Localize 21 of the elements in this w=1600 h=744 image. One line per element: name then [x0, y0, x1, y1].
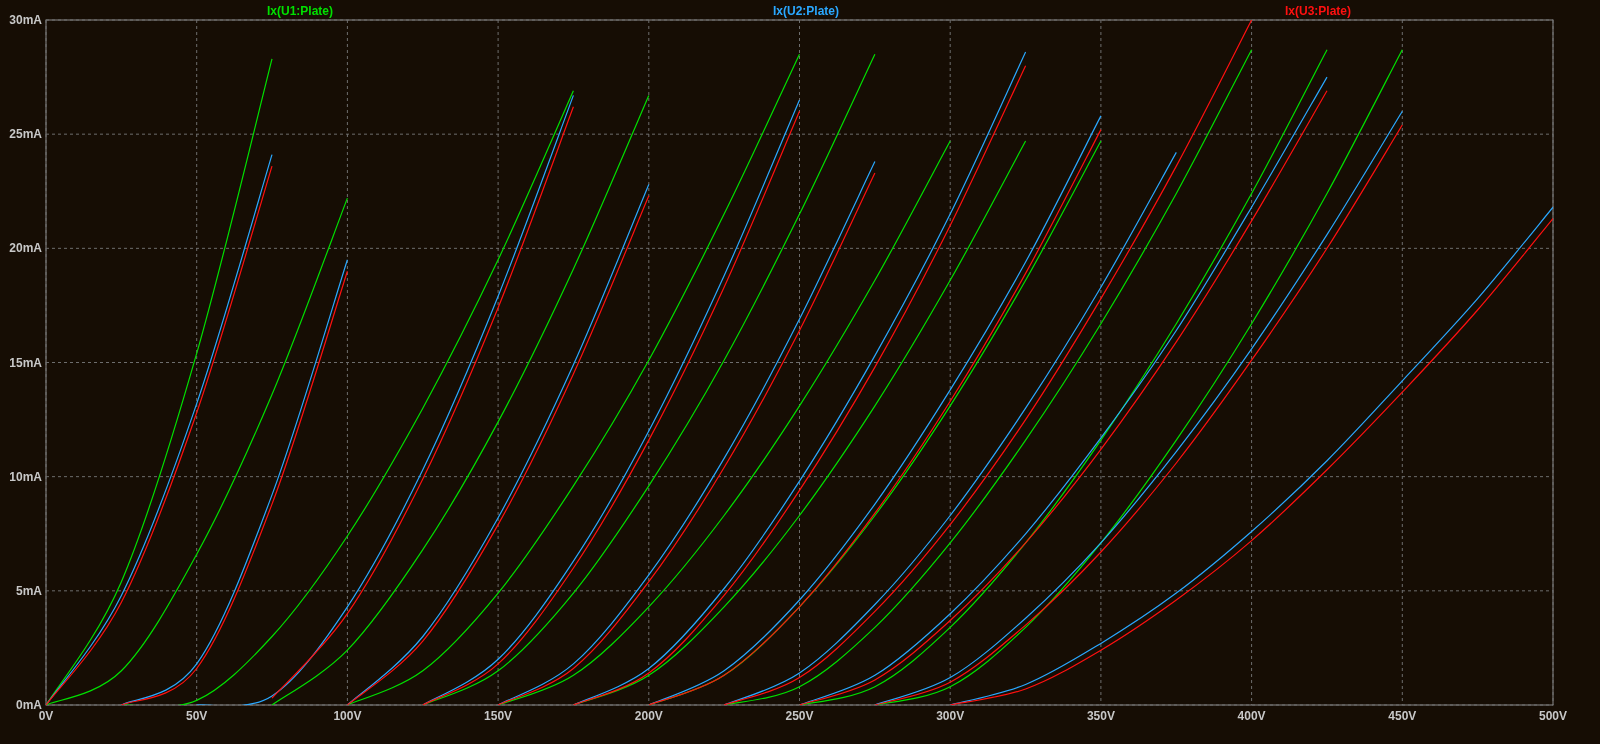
- x-axis-tick-label: 300V: [936, 709, 965, 723]
- y-axis-tick-label: 10mA: [9, 469, 42, 484]
- trace-legend-label: Ix(U1:Plate): [267, 4, 333, 18]
- x-axis-tick-label: 250V: [785, 709, 814, 723]
- trace-legend-label: Ix(U3:Plate): [1285, 4, 1351, 18]
- x-axis-tick-label: 50V: [186, 709, 208, 723]
- x-axis-tick-label: 350V: [1086, 709, 1115, 723]
- y-axis-tick-label: 20mA: [9, 241, 42, 256]
- x-axis-tick-label: 400V: [1237, 709, 1266, 723]
- x-axis-tick-label: 450V: [1388, 709, 1417, 723]
- trace-legend-label: Ix(U2:Plate): [773, 4, 839, 18]
- x-axis-tick-label: 200V: [634, 709, 663, 723]
- x-axis-tick-label: 500V: [1539, 709, 1567, 723]
- y-axis-tick-label: 25mA: [9, 127, 42, 142]
- y-axis-tick-label: 30mA: [9, 13, 42, 27]
- y-axis-tick-label: 0mA: [16, 698, 42, 712]
- y-axis-tick-label: 5mA: [16, 583, 42, 598]
- x-axis-tick-label: 150V: [484, 709, 513, 723]
- y-axis-tick-label: 15mA: [9, 355, 42, 370]
- x-axis-tick-label: 100V: [333, 709, 362, 723]
- x-axis-tick-label: 0V: [38, 709, 54, 723]
